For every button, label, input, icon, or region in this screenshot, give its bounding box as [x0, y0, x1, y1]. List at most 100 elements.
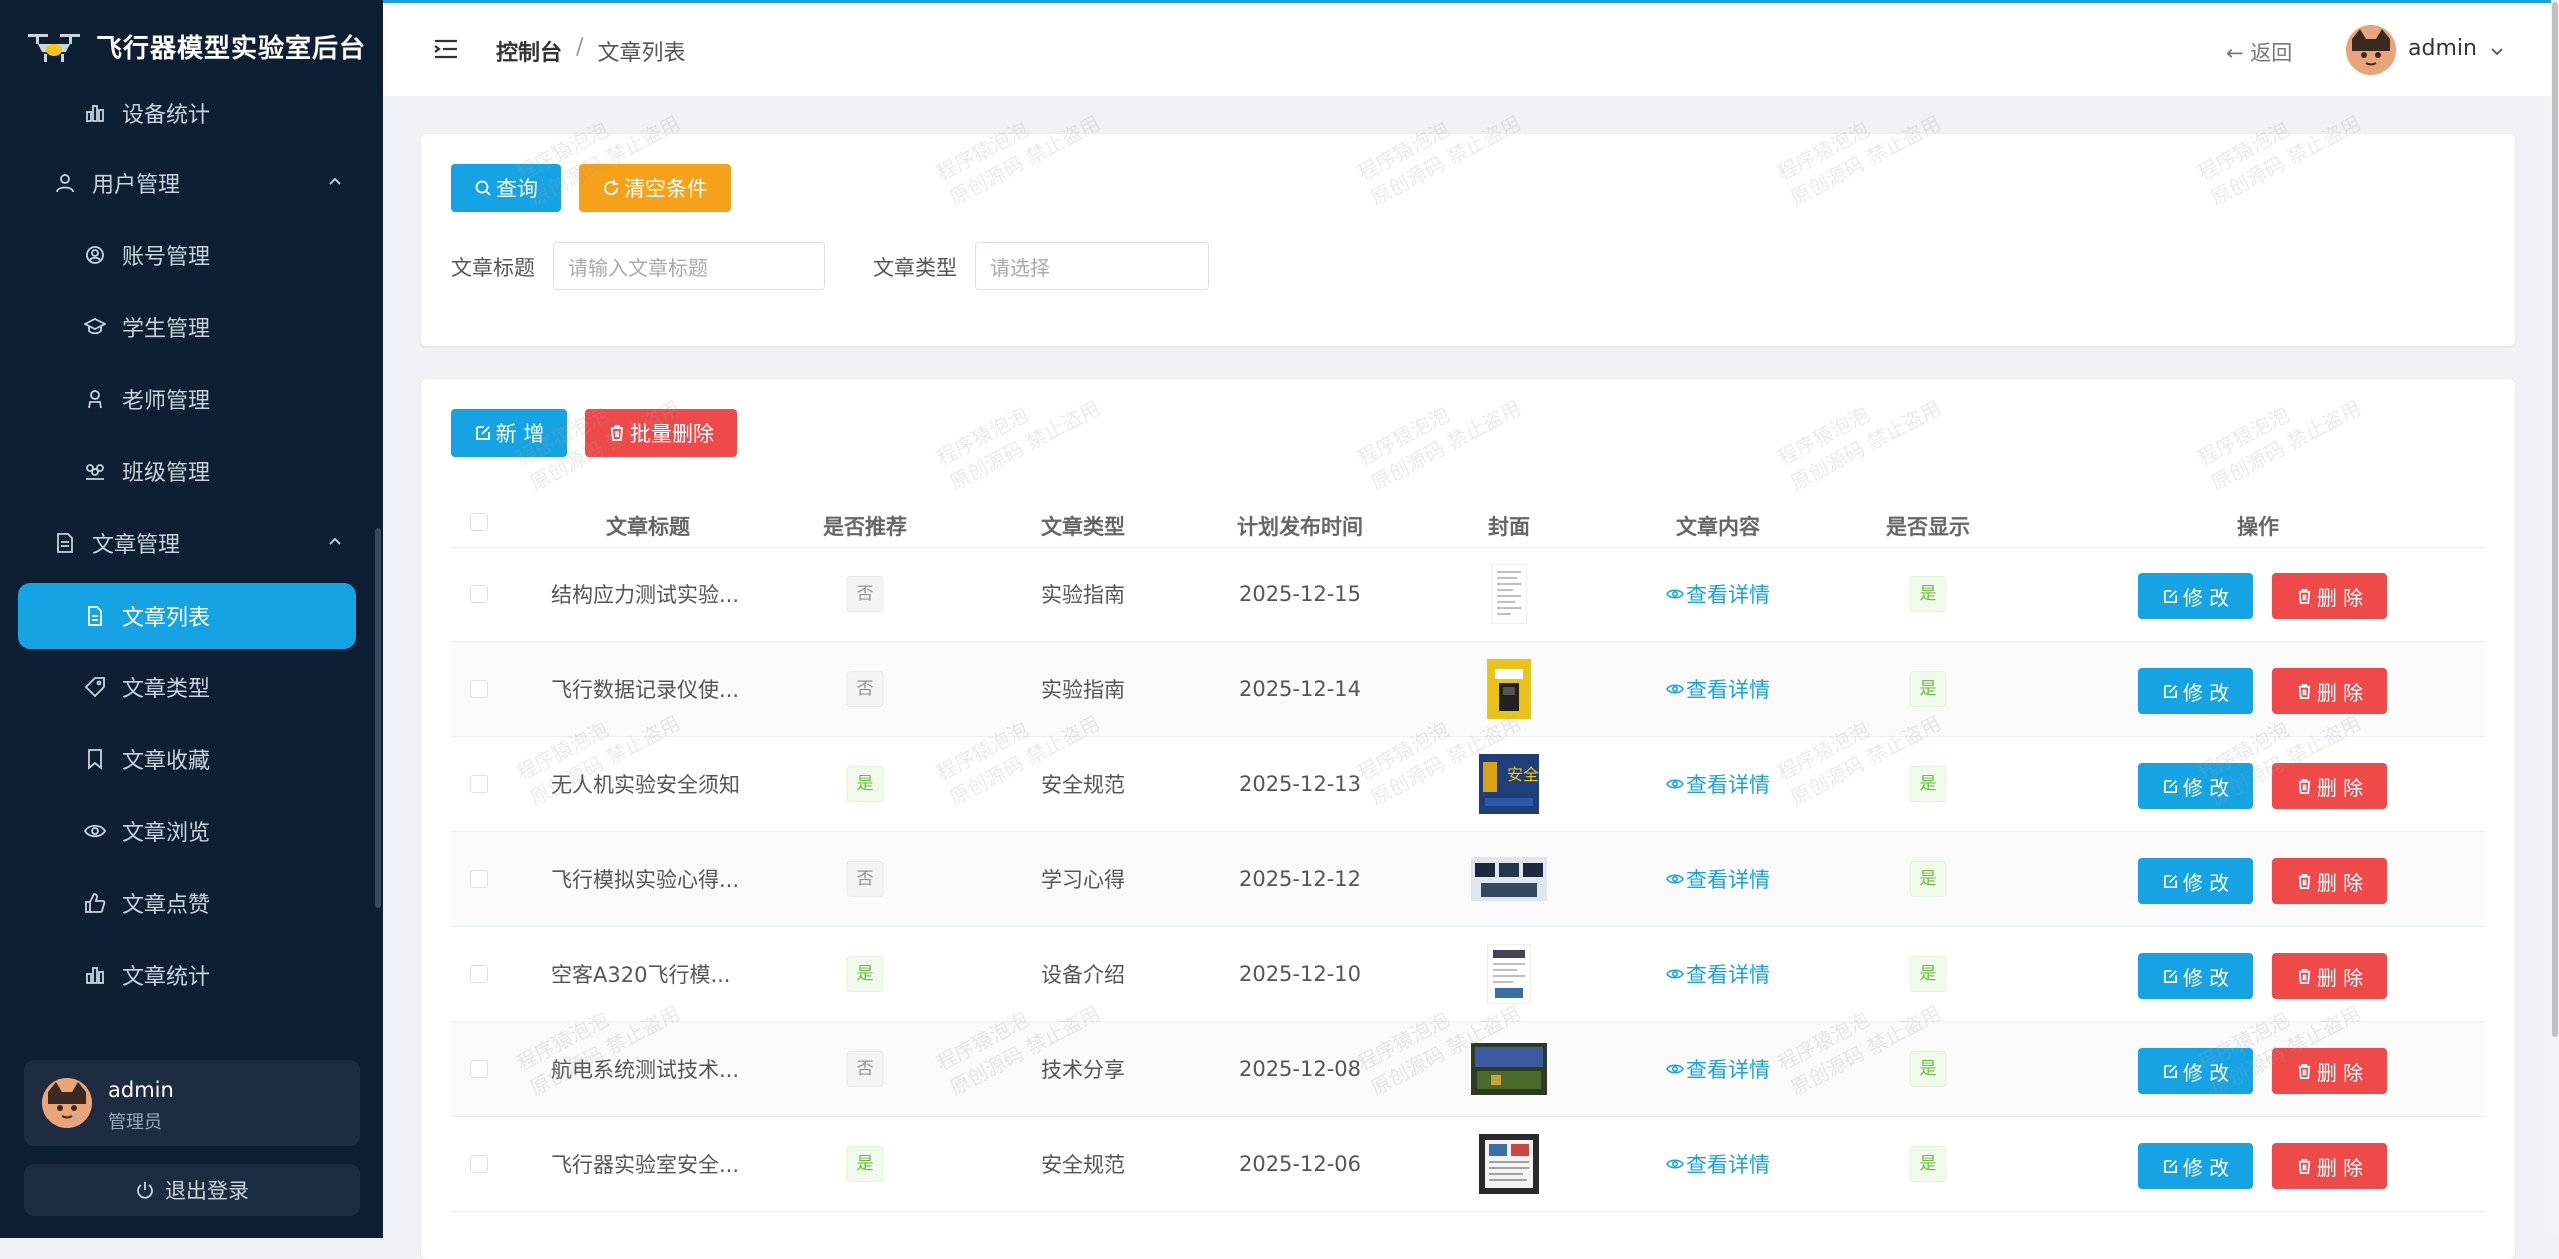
sidebar-group-article[interactable]: 文章管理: [54, 510, 344, 576]
edit-button[interactable]: 修 改: [2138, 573, 2253, 619]
cover-image[interactable]: 安全: [1479, 737, 1539, 831]
sidebar-item-label: 文章列表: [122, 606, 211, 631]
row-checkbox[interactable]: [470, 775, 488, 793]
sidebar-item-device-stats[interactable]: 设备统计: [84, 96, 210, 146]
back-button[interactable]: ← 返回: [2226, 37, 2292, 67]
delete-label: 删 除: [2316, 680, 2364, 705]
row-checkbox[interactable]: [470, 585, 488, 603]
page-scrollbar[interactable]: [2551, 0, 2559, 1238]
add-button[interactable]: 新 增: [451, 409, 567, 457]
view-detail-link[interactable]: 查看详情: [1666, 959, 1770, 989]
cover-image[interactable]: [1491, 547, 1527, 641]
table-row[interactable]: 结构应力测试实验... 否 实验指南 2025-12-15 查看详情 是 修 改…: [451, 547, 2485, 642]
menu-fold-icon[interactable]: [433, 37, 459, 61]
column-header[interactable]: 是否显示: [1886, 511, 1970, 541]
table-row[interactable]: 无人机实验安全须知 是 安全规范 2025-12-13 安全 查看详情 是 修 …: [451, 737, 2485, 832]
delete-button[interactable]: 删 除: [2272, 573, 2387, 619]
app-title: 飞行器模型实验室后台: [96, 34, 367, 64]
cover-image[interactable]: [1487, 927, 1531, 1021]
header-user-name[interactable]: admin: [2408, 36, 2477, 61]
sidebar-item-article-like[interactable]: 文章点赞: [84, 870, 210, 936]
sidebar-group-user[interactable]: 用户管理: [54, 150, 344, 216]
column-header[interactable]: 文章内容: [1676, 511, 1760, 541]
edit-button[interactable]: 修 改: [2138, 1048, 2253, 1094]
type-filter-label: 文章类型: [873, 256, 957, 280]
delete-button[interactable]: 删 除: [2272, 1143, 2387, 1189]
cover-image[interactable]: [1471, 1022, 1547, 1116]
view-detail-link[interactable]: 查看详情: [1666, 864, 1770, 894]
view-detail-link[interactable]: 查看详情: [1666, 1054, 1770, 1084]
clear-label: 清空条件: [624, 177, 708, 201]
row-checkbox[interactable]: [470, 870, 488, 888]
publish-date-cell: 2025-12-08: [1238, 1057, 1362, 1081]
table-row[interactable]: 空客A320飞行模... 是 设备介绍 2025-12-10 查看详情 是 修 …: [451, 927, 2485, 1022]
column-header[interactable]: 文章类型: [1041, 511, 1125, 541]
sidebar-user-card: admin 管理员: [24, 1060, 360, 1146]
edit-button[interactable]: 修 改: [2138, 763, 2253, 809]
edit-button[interactable]: 修 改: [2138, 858, 2253, 904]
delete-button[interactable]: 删 除: [2272, 858, 2387, 904]
sidebar-item-label: 文章类型: [122, 677, 211, 702]
column-header[interactable]: 是否推荐: [823, 511, 907, 541]
edit-button[interactable]: 修 改: [2138, 953, 2253, 999]
avatar[interactable]: [2346, 25, 2396, 75]
thumb-up-icon: [84, 892, 106, 914]
title-search-input[interactable]: 请输入文章标题: [553, 242, 825, 290]
sidebar-item-article-list[interactable]: 文章列表: [18, 583, 356, 649]
clear-conditions-button[interactable]: 清空条件: [579, 164, 731, 212]
sidebar-item-article-browse[interactable]: 文章浏览: [84, 798, 210, 864]
edit-icon: [2163, 1064, 2177, 1078]
edit-button[interactable]: 修 改: [2138, 668, 2253, 714]
view-detail-link[interactable]: 查看详情: [1666, 1149, 1770, 1179]
column-header[interactable]: 文章标题: [606, 511, 690, 541]
publish-date-cell: 2025-12-06: [1238, 1152, 1362, 1176]
sidebar-item-article-stats[interactable]: 文章统计: [84, 942, 210, 1008]
view-detail-link[interactable]: 查看详情: [1666, 674, 1770, 704]
page-scrollbar-thumb[interactable]: [2552, 2, 2558, 1037]
display-cell: 是: [1909, 642, 1947, 736]
row-checkbox[interactable]: [470, 1155, 488, 1173]
delete-button[interactable]: 删 除: [2272, 763, 2387, 809]
sidebar-item-article-favorite[interactable]: 文章收藏: [84, 726, 210, 792]
view-detail-link[interactable]: 查看详情: [1666, 579, 1770, 609]
article-type-cell: 技术分享: [1041, 1058, 1125, 1082]
graduation-cap-icon: [84, 316, 106, 338]
type-select[interactable]: 请选择: [975, 242, 1209, 290]
delete-button[interactable]: 删 除: [2272, 1048, 2387, 1094]
sidebar-item-article-type[interactable]: 文章类型: [84, 654, 210, 720]
table-row[interactable]: 飞行模拟实验心得... 否 学习心得 2025-12-12 查看详情 是 修 改…: [451, 832, 2485, 927]
column-header[interactable]: 操作: [2237, 511, 2279, 541]
table-row[interactable]: 飞行数据记录仪使... 否 实验指南 2025-12-14 查看详情 是 修 改…: [451, 642, 2485, 737]
breadcrumb-home[interactable]: 控制台: [496, 35, 562, 67]
sidebar-item-teacher[interactable]: 老师管理: [84, 366, 210, 432]
cover-image[interactable]: [1471, 832, 1547, 926]
display-cell: 是: [1909, 1117, 1947, 1211]
sidebar-item-student[interactable]: 学生管理: [84, 294, 210, 360]
row-checkbox[interactable]: [470, 680, 488, 698]
logout-button[interactable]: 退出登录: [24, 1164, 360, 1216]
sidebar-item-class[interactable]: 班级管理: [84, 438, 210, 504]
select-all-checkbox[interactable]: [470, 513, 488, 531]
sidebar-user-role: 管理员: [108, 1112, 162, 1133]
cover-image[interactable]: [1487, 642, 1531, 736]
edit-button[interactable]: 修 改: [2138, 1143, 2253, 1189]
table-row[interactable]: [451, 1212, 2485, 1259]
delete-button[interactable]: 删 除: [2272, 953, 2387, 999]
row-checkbox[interactable]: [470, 965, 488, 983]
chevron-down-icon[interactable]: [2488, 43, 2506, 61]
delete-button[interactable]: 删 除: [2272, 668, 2387, 714]
table-row[interactable]: 航电系统测试技术... 否 技术分享 2025-12-08 查看详情 是 修 改…: [451, 1022, 2485, 1117]
table-row[interactable]: 飞行器实验室安全... 是 安全规范 2025-12-06 查看详情 是 修 改…: [451, 1117, 2485, 1212]
sidebar-item-account[interactable]: 账号管理: [84, 222, 210, 288]
eye-icon: [1666, 1064, 1684, 1074]
sidebar-scrollbar[interactable]: [375, 528, 381, 908]
sidebar-item-label: 学生管理: [122, 317, 211, 342]
column-header[interactable]: 计划发布时间: [1237, 511, 1363, 541]
view-detail-link[interactable]: 查看详情: [1666, 769, 1770, 799]
batch-delete-button[interactable]: 批量删除: [585, 409, 737, 457]
row-checkbox[interactable]: [470, 1060, 488, 1078]
query-label: 查询: [496, 177, 538, 201]
cover-image[interactable]: [1479, 1117, 1539, 1211]
column-header[interactable]: 封面: [1488, 511, 1530, 541]
query-button[interactable]: 查询: [451, 164, 561, 212]
